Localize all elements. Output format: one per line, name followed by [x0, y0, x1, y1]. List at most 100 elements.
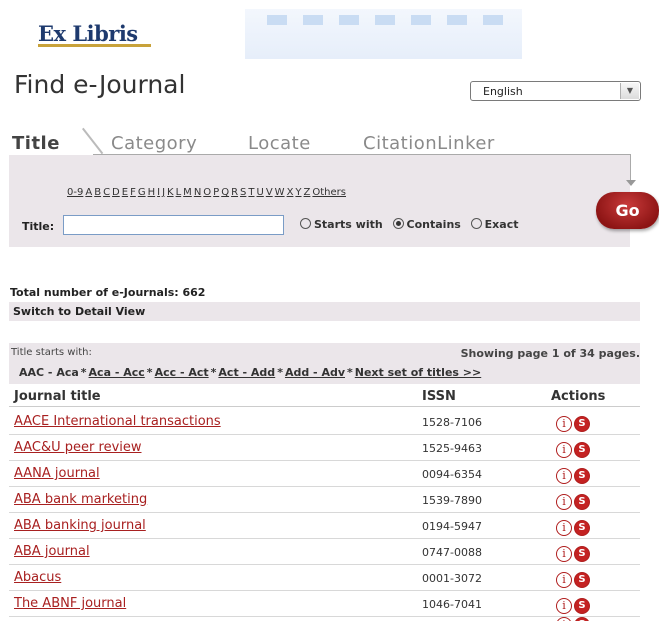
journal-title-link[interactable]: AAC&U peer review	[14, 440, 142, 455]
info-icon[interactable]: i	[556, 467, 572, 484]
info-icon[interactable]: i	[556, 519, 572, 536]
range-separator: *	[277, 366, 283, 379]
journal-issn: 1525-9463	[422, 442, 482, 455]
alphabet-link[interactable]: L	[176, 187, 182, 198]
tab-category[interactable]: Category	[111, 133, 197, 154]
current-range: AAC - Aca	[19, 366, 79, 379]
info-icon[interactable]: i	[556, 441, 572, 458]
range-link[interactable]: Aca - Acc	[89, 366, 145, 379]
title-search-input[interactable]	[63, 215, 284, 235]
alphabet-link[interactable]: M	[183, 187, 192, 198]
journal-title-link[interactable]: Abacus	[14, 570, 61, 585]
paging-status: Showing page 1 of 34 pages.	[460, 347, 640, 360]
sfx-menu-icon[interactable]: S	[574, 616, 590, 621]
alphabet-link[interactable]: H	[148, 187, 156, 198]
range-link[interactable]: Act - Add	[218, 366, 275, 379]
logo-underline	[38, 44, 151, 47]
info-icon[interactable]: i	[556, 616, 572, 621]
alphabet-link[interactable]: D	[112, 187, 120, 198]
alphabet-link[interactable]: F	[130, 187, 136, 198]
range-separator: *	[146, 366, 153, 379]
radio-button-icon[interactable]	[392, 218, 404, 229]
sfx-menu-icon[interactable]: S	[574, 493, 590, 510]
alphabet-link[interactable]: Y	[295, 187, 301, 198]
match-type-options: Starts with Contains Exact	[300, 218, 524, 231]
info-icon[interactable]: i	[556, 597, 572, 614]
row-actions: iS	[556, 595, 592, 614]
row-actions: iS	[556, 491, 592, 510]
chevron-down-icon[interactable]: ▼	[620, 83, 639, 99]
next-set-link[interactable]: Next set of titles >>	[355, 366, 481, 379]
alphabet-link[interactable]: 0-9	[67, 187, 83, 198]
info-icon[interactable]: i	[556, 415, 572, 432]
journal-issn: 0194-5947	[422, 520, 482, 533]
alphabet-link[interactable]: Z	[304, 187, 311, 198]
tab-locate[interactable]: Locate	[248, 133, 311, 154]
sfx-menu-icon[interactable]: S	[574, 597, 590, 614]
table-row: AACE International transactions 1528-7106…	[9, 409, 640, 435]
alphabet-link[interactable]: A	[85, 187, 92, 198]
range-link[interactable]: Add - Adv	[285, 366, 345, 379]
alphabet-link[interactable]: J	[162, 187, 165, 198]
radio-starts-with[interactable]: Starts with	[300, 218, 383, 231]
alphabet-link[interactable]: P	[213, 187, 219, 198]
alphabet-link[interactable]: G	[138, 187, 146, 198]
alphabet-link[interactable]: T	[248, 187, 254, 198]
table-row: Abacus 0001-3072 i S	[9, 565, 640, 591]
journal-title-link[interactable]: The ABNF journal	[14, 596, 126, 611]
sfx-menu-icon[interactable]: S	[574, 545, 590, 562]
range-separator: *	[210, 366, 217, 379]
alphabet-link[interactable]: W	[275, 187, 285, 198]
title-starts-with-label: Title starts with:	[11, 347, 92, 358]
alphabet-link[interactable]: N	[194, 187, 201, 198]
language-selected-value: English	[483, 85, 523, 98]
sfx-menu-icon[interactable]: S	[574, 441, 590, 458]
alphabet-link[interactable]: O	[203, 187, 211, 198]
radio-button-icon[interactable]	[470, 218, 482, 229]
radio-button-icon[interactable]	[300, 218, 311, 229]
journal-title-link[interactable]: ABA bank marketing	[14, 492, 147, 507]
banner-decoration	[245, 9, 522, 59]
arrow-down-icon	[626, 180, 636, 186]
table-row: ABA banking journal 0194-5947 i S	[9, 513, 640, 539]
column-journal-title: Journal title	[14, 389, 101, 404]
tab-title[interactable]: Title	[12, 133, 60, 154]
range-link[interactable]: Acc - Act	[155, 366, 209, 379]
info-icon[interactable]: i	[556, 545, 572, 562]
alphabet-link[interactable]: E	[122, 187, 128, 198]
alphabet-link[interactable]: B	[94, 187, 101, 198]
go-button[interactable]: Go	[596, 192, 659, 229]
alphabet-link[interactable]: Others	[312, 187, 346, 198]
alphabet-link[interactable]: U	[257, 187, 264, 198]
sfx-menu-icon[interactable]: S	[574, 467, 590, 484]
title-field-label: Title:	[22, 220, 55, 233]
journal-issn: 0747-0088	[422, 546, 482, 559]
table-row: AANA journal 0094-6354 i S	[9, 461, 640, 487]
row-actions: iS	[556, 569, 592, 588]
info-icon[interactable]: i	[556, 493, 572, 510]
journal-title-link[interactable]: AACE International transactions	[14, 414, 221, 429]
info-icon[interactable]: i	[556, 571, 572, 588]
radio-exact[interactable]: Exact	[470, 218, 518, 231]
alphabet-link[interactable]: S	[240, 187, 246, 198]
alphabet-link[interactable]: R	[231, 187, 238, 198]
sfx-menu-icon[interactable]: S	[574, 571, 590, 588]
language-select[interactable]: English ▼	[470, 81, 641, 101]
sfx-menu-icon[interactable]: S	[574, 415, 590, 432]
column-actions: Actions	[551, 389, 606, 404]
alphabet-link[interactable]: V	[266, 187, 273, 198]
journal-title-link[interactable]: ABA banking journal	[14, 518, 146, 533]
sfx-menu-icon[interactable]: S	[574, 519, 590, 536]
alphabet-link[interactable]: Q	[221, 187, 229, 198]
journal-title-link[interactable]: ABA journal	[14, 544, 90, 559]
table-row: ABA bank marketing 1539-7890 i S	[9, 487, 640, 513]
alphabet-link[interactable]: C	[103, 187, 110, 198]
header-banner: Ex Libris	[0, 0, 522, 60]
switch-to-detail-view-link[interactable]: Switch to Detail View	[13, 305, 145, 318]
alphabet-link[interactable]: K	[167, 187, 174, 198]
alphabet-link[interactable]: I	[157, 187, 160, 198]
tab-citationlinker[interactable]: CitationLinker	[363, 133, 495, 154]
radio-contains[interactable]: Contains	[392, 218, 461, 231]
alphabet-link[interactable]: X	[287, 187, 294, 198]
journal-title-link[interactable]: AANA journal	[14, 466, 100, 481]
